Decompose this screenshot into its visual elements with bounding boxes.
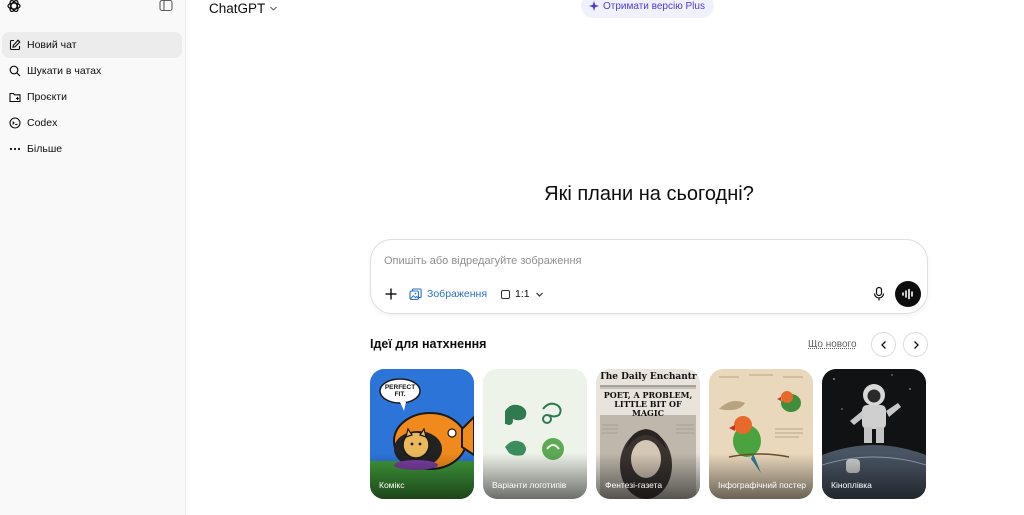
sidebar-item-label: Шукати в чатах [27, 65, 102, 77]
chevron-down-icon [535, 292, 543, 297]
card-shade [709, 453, 813, 499]
sidebar-item-projects[interactable]: Проєкти [2, 84, 182, 110]
openai-logo-icon[interactable] [6, 0, 22, 14]
aspect-ratio-icon [501, 289, 510, 299]
model-name: ChatGPT [209, 0, 266, 16]
search-icon [9, 65, 21, 77]
sidebar: Новий чат Шукати в чатах Проєкти Codex Б… [0, 0, 186, 515]
inspiration-card-film[interactable]: Кіноплівка [822, 369, 926, 499]
microphone-icon[interactable] [872, 286, 886, 302]
image-tool-button[interactable]: Зображення [409, 285, 487, 303]
card-label: Кіноплівка [831, 480, 872, 490]
new-chat-icon [9, 39, 21, 51]
upgrade-label: Отримати версію Plus [603, 0, 705, 12]
sidebar-item-label: Проєкти [27, 91, 67, 103]
newspaper-headline: POET, A PROBLEM, LITTLE BIT OF MAGIC [603, 390, 693, 418]
carousel-next-button[interactable] [903, 332, 928, 357]
folder-icon [9, 91, 21, 103]
sidebar-item-new-chat[interactable]: Новий чат [2, 32, 182, 58]
sidebar-item-search[interactable]: Шукати в чатах [2, 58, 182, 84]
prompt-input[interactable] [384, 252, 904, 270]
model-selector[interactable]: ChatGPT [203, 0, 284, 17]
whats-new-link[interactable]: Що нового [808, 339, 857, 350]
card-label: Інфографічний постер [718, 480, 807, 490]
card-shade [822, 453, 926, 499]
image-tool-label: Зображення [427, 288, 488, 300]
sidebar-item-more[interactable]: Більше [2, 136, 182, 162]
codex-icon [9, 117, 21, 129]
sidebar-item-codex[interactable]: Codex [2, 110, 182, 136]
page-title: Які плани на сьогодні? [544, 183, 754, 205]
inspiration-title: Ідеї для натхнення [370, 337, 487, 351]
inspiration-card-infographic[interactable]: Інфографічний постер [709, 369, 813, 499]
inspiration-card-newspaper[interactable]: The Daily Enchantress POET, A PROBLEM, L… [596, 369, 700, 499]
sidebar-item-label: Codex [27, 117, 58, 129]
carousel-prev-button[interactable] [871, 332, 896, 357]
sidebar-toggle-icon[interactable] [159, 0, 173, 12]
sparkle-icon [589, 1, 599, 11]
image-icon [409, 287, 422, 300]
aspect-ratio-label: 1:1 [515, 288, 530, 300]
sidebar-nav: Новий чат Шукати в чатах Проєкти Codex Б… [2, 32, 182, 162]
card-shade [370, 453, 474, 499]
more-icon [9, 143, 21, 155]
sidebar-item-label: Більше [27, 143, 63, 155]
chevron-right-icon [913, 340, 919, 349]
waveform-icon [902, 288, 913, 300]
sidebar-item-label: Новий чат [27, 39, 77, 51]
card-label: Фентезі-газета [605, 480, 663, 490]
newspaper-masthead: The Daily Enchantress [599, 372, 697, 382]
sidebar-header [0, 0, 186, 16]
card-label: Варіанти логотипів [492, 480, 567, 490]
chevron-down-icon [270, 6, 278, 11]
card-shade [596, 453, 700, 499]
voice-mode-button[interactable] [895, 281, 921, 307]
inspiration-card-comic[interactable]: PERFECT FIT. Комікс [370, 369, 474, 499]
comic-speech-text: PERFECT FIT. [384, 384, 416, 398]
chevron-left-icon [880, 340, 886, 349]
inspiration-card-logos[interactable]: Варіанти логотипів [483, 369, 587, 499]
card-label: Комікс [379, 480, 405, 490]
upgrade-plus-button[interactable]: Отримати версію Plus [581, 0, 714, 18]
composer: Зображення 1:1 [370, 239, 928, 314]
plus-icon[interactable] [383, 286, 399, 302]
card-shade [483, 453, 587, 499]
aspect-ratio-selector[interactable]: 1:1 [501, 285, 544, 303]
